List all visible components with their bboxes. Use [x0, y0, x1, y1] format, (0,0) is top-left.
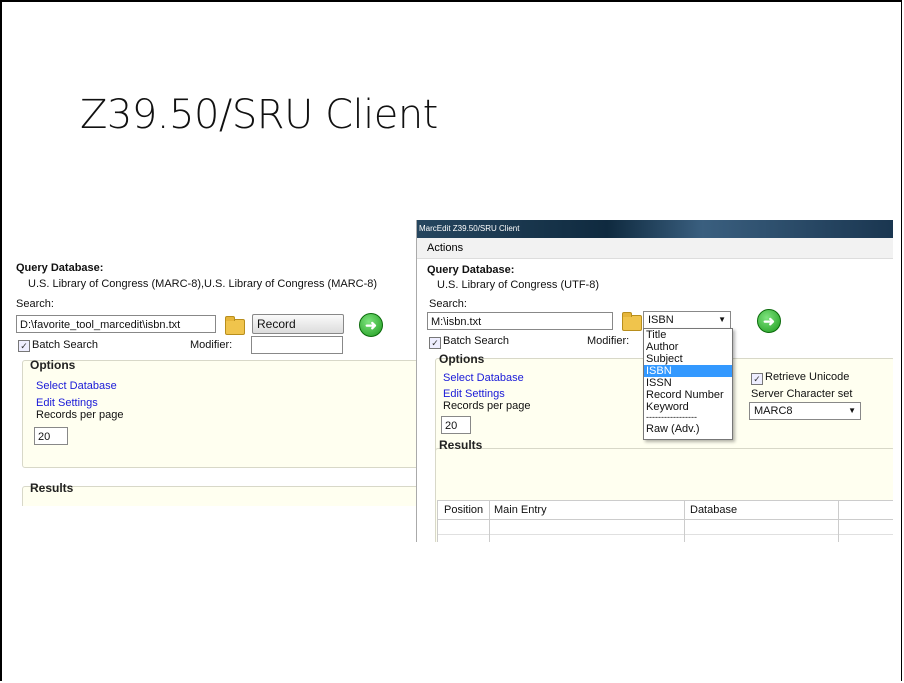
results-label: Results	[439, 438, 483, 452]
column-position[interactable]: Position	[444, 504, 483, 516]
dropdown-separator: -----------------	[646, 413, 697, 422]
folder-icon[interactable]	[622, 312, 642, 331]
records-per-page-label: Records per page	[36, 409, 124, 421]
search-type-dropdown-list[interactable]: Title Author Subject ISBN ISSN Record Nu…	[643, 328, 733, 440]
chevron-down-icon: ▼	[718, 315, 726, 324]
dropdown-option-selected[interactable]: ISBN	[644, 365, 732, 377]
results-label: Results	[30, 481, 74, 495]
retrieve-unicode-checkbox[interactable]: ✓	[751, 373, 763, 385]
retrieve-unicode-label: Retrieve Unicode	[765, 371, 850, 383]
results-grid[interactable]: Position Main Entry Database	[437, 500, 893, 542]
server-charset-label: Server Character set	[751, 388, 853, 400]
column-main-entry[interactable]: Main Entry	[494, 504, 547, 516]
batch-search-checkbox[interactable]: ✓	[18, 340, 30, 352]
slide-title: Z39.50/SRU Client	[80, 92, 438, 138]
records-per-page-input[interactable]: 20	[441, 416, 471, 434]
search-label: Search:	[16, 298, 54, 310]
grid-row-divider	[438, 534, 893, 535]
modifier-label: Modifier:	[587, 335, 630, 347]
server-charset-select[interactable]: MARC8 ▼	[749, 402, 861, 420]
menu-actions[interactable]: Actions	[417, 242, 463, 254]
query-database-label: Query Database:	[427, 264, 515, 276]
options-label: Options	[30, 358, 76, 372]
right-client-screenshot: MarcEdit Z39.50/SRU Client Actions Query…	[416, 220, 893, 542]
search-type-dropdown[interactable]: ISBN ▼	[643, 311, 731, 329]
dropdown-option[interactable]: Author	[644, 341, 732, 353]
search-input[interactable]: D:\favorite_tool_marcedit\isbn.txt	[16, 315, 216, 333]
column-separator	[838, 501, 839, 542]
dropdown-option[interactable]: Title	[644, 329, 732, 341]
select-database-link[interactable]: Select Database	[443, 372, 524, 384]
batch-search-label: Batch Search	[32, 339, 99, 351]
modifier-input[interactable]	[251, 336, 343, 354]
query-database-value: U.S. Library of Congress (UTF-8)	[437, 279, 599, 291]
search-type-dropdown[interactable]: Record Number▼	[252, 314, 344, 349]
dropdown-option[interactable]: Subject	[644, 353, 732, 365]
folder-icon[interactable]	[225, 316, 245, 335]
go-arrow-icon[interactable]: ➜	[359, 313, 383, 337]
left-client-screenshot: Query Database: U.S. Library of Congress…	[12, 252, 432, 506]
dropdown-option[interactable]: Raw (Adv.)	[644, 423, 732, 435]
dropdown-option[interactable]: Keyword	[644, 401, 732, 413]
chevron-down-icon: ▼	[848, 406, 856, 415]
records-per-page-input[interactable]: 20	[34, 427, 68, 445]
menu-bar: Actions	[417, 238, 893, 259]
search-input[interactable]: M:\isbn.txt	[427, 312, 613, 330]
options-label: Options	[439, 352, 485, 366]
batch-search-label: Batch Search	[443, 335, 510, 347]
batch-search-checkbox[interactable]: ✓	[429, 337, 441, 349]
search-label: Search:	[429, 298, 467, 310]
query-database-label: Query Database:	[16, 262, 104, 274]
select-database-link[interactable]: Select Database	[36, 380, 117, 392]
edit-settings-link[interactable]: Edit Settings	[36, 397, 98, 409]
grid-header-divider	[438, 519, 893, 520]
dropdown-option[interactable]: Record Number	[644, 389, 732, 401]
slide: Z39.50/SRU Client Query Database: U.S. L…	[0, 0, 902, 681]
column-separator	[489, 501, 490, 542]
edit-settings-link[interactable]: Edit Settings	[443, 388, 505, 400]
query-database-value: U.S. Library of Congress (MARC-8),U.S. L…	[28, 278, 378, 290]
results-panel	[22, 486, 432, 506]
column-database[interactable]: Database	[690, 504, 737, 516]
records-per-page-label: Records per page	[443, 400, 531, 412]
go-arrow-icon[interactable]: ➜	[757, 309, 781, 333]
dropdown-option[interactable]: ISSN	[644, 377, 732, 389]
window-titlebar: MarcEdit Z39.50/SRU Client	[417, 220, 893, 238]
column-separator	[684, 501, 685, 542]
modifier-label: Modifier:	[190, 339, 233, 351]
